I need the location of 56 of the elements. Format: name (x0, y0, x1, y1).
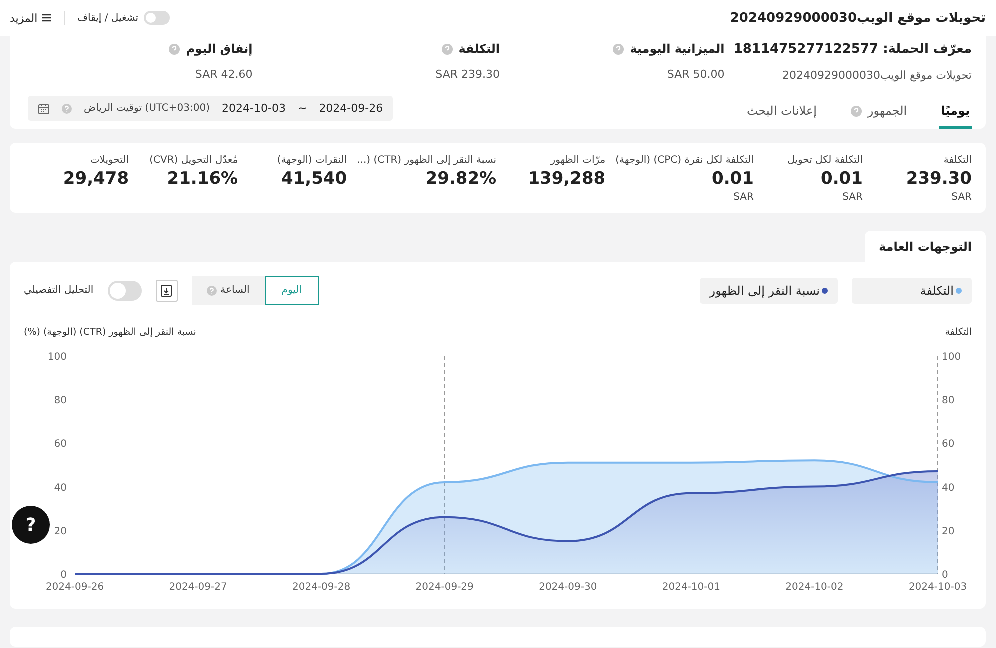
x-tick-label: 2024-09-28 (292, 582, 351, 593)
y-tick-label: 0 (942, 570, 948, 581)
start-date: 2024-09-26 (319, 102, 384, 115)
campaign-id: معرّف الحملة: 1811475277122577 (732, 42, 972, 57)
metric-value: 0.01 (821, 169, 863, 189)
timezone-label: (UTC+03:00) توقيت الرياض (84, 103, 210, 114)
metric-label: مُعدّل التحويل (CVR) (150, 155, 238, 166)
y-tick-label: 100 (48, 352, 67, 363)
y-tick-label: 60 (54, 439, 67, 450)
stat-label: التكلفة (458, 42, 500, 56)
metric-label: نسبة النقر إلى الظهور (CTR) (... (357, 155, 497, 166)
stat-value: SAR 50.00 (666, 68, 725, 81)
metric-label: مرّات الظهور (550, 155, 606, 166)
x-tick-label: 2024-10-02 (786, 582, 844, 593)
x-tick-label: 2024-10-03 (908, 582, 968, 593)
stat-value: SAR 42.60 (194, 68, 253, 81)
metric-unit: SAR (842, 192, 863, 203)
metric-label: التحويلات (90, 155, 130, 166)
x-tick-label: 2024-09-30 (539, 582, 598, 593)
x-tick-label: 2024-10-01 (662, 582, 720, 593)
campaign-name: تحويلات موقع الويب20240929000030 (782, 69, 972, 82)
metric-value: 139,288 (528, 169, 606, 189)
metric-value: 0.01 (712, 169, 754, 189)
y-tick-label: 20 (942, 526, 955, 538)
metric-value: 29.82% (426, 169, 497, 189)
stat-label: إنفاق اليوم (186, 42, 253, 56)
stat-label: الميزانية اليومية (630, 42, 725, 56)
metric-unit: SAR (734, 192, 754, 203)
x-tick-label: 2024-09-29 (416, 582, 474, 593)
metric-value: 21.16% (167, 169, 238, 189)
end-date: 2024-10-03 (222, 102, 286, 115)
toggle-label: التحليل التفصيلي (24, 285, 94, 296)
metric-value: 29,478 (63, 169, 130, 189)
x-tick-label: 2024-09-26 (46, 582, 104, 593)
y-tick-label: 20 (54, 526, 67, 538)
y-tick-label: 80 (54, 396, 67, 407)
metric-label: التكلفة لكل تحويل (788, 155, 863, 166)
y-tick-label: 40 (942, 482, 955, 494)
axis-title: نسبة النقر إلى الظهور (CTR) (الوجهة) (%) (24, 327, 196, 338)
y-tick-label: 0 (60, 570, 67, 581)
y-tick-label: 100 (942, 352, 962, 363)
x-tick-label: 2024-09-27 (169, 582, 228, 593)
page-title: تحويلات موقع الويب20240929000030 (730, 10, 986, 26)
axis-title: التكلفة (945, 327, 972, 338)
stat-value: SAR 239.30 (434, 68, 500, 81)
y-tick-label: 80 (942, 396, 955, 407)
y-tick-label: 40 (54, 482, 67, 494)
y-tick-label: 60 (942, 439, 955, 450)
metric-unit: SAR (952, 192, 972, 203)
metric-label: النقرات (الوجهة) (277, 155, 348, 166)
toggle-label: تشغيل / إيقاف (78, 12, 139, 24)
metric-value: 239.30 (906, 169, 972, 189)
metric-label: التكلفة (944, 155, 972, 166)
metric-value: 41,540 (281, 169, 348, 189)
metric-label: التكلفة لكل نقرة (CPC) (الوجهة) (616, 155, 754, 166)
date-separator: ~ (298, 102, 308, 115)
